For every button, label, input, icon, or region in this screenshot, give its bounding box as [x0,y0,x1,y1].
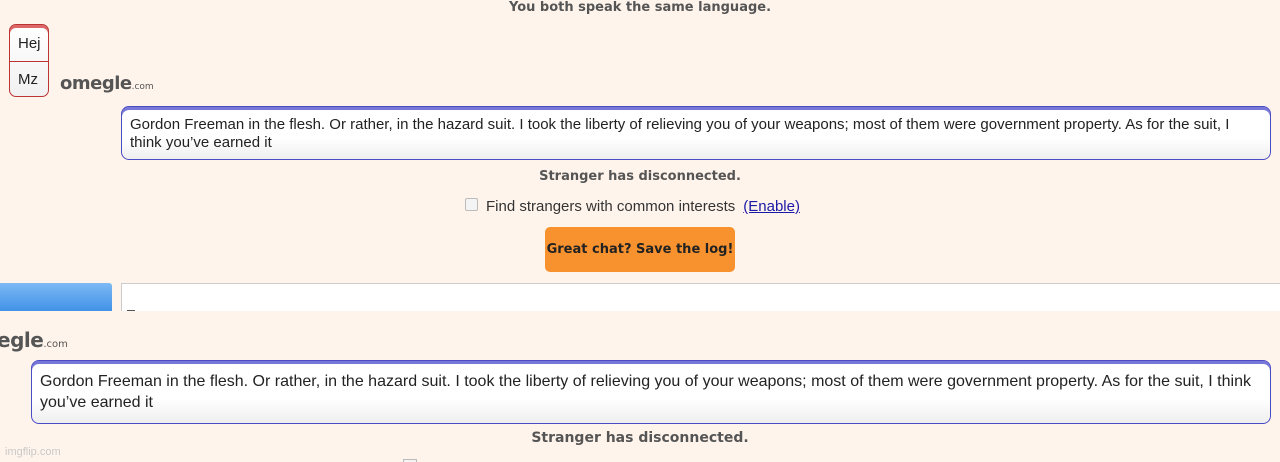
omegle-logo-cropped: egle.com [0,328,68,352]
save-log-button[interactable]: Great chat? Save the log! [545,227,735,272]
omegle-logo: omegle.com [60,73,154,94]
new-chat-button[interactable] [0,283,112,311]
chat-panel-top: You both speak the same language. Hej Mz… [0,0,1280,311]
stranger-message: Gordon Freeman in the flesh. Or rather, … [121,106,1271,160]
enable-link[interactable]: (Enable) [743,198,800,215]
stranger-message-zoomed: Gordon Freeman in the flesh. Or rather, … [31,360,1271,424]
chat-input[interactable] [121,283,1280,311]
chat-panel-bottom: egle.com Gordon Freeman in the flesh. Or… [0,311,1280,462]
logo-domain: .com [131,82,154,92]
logo-text: omegle [60,73,132,94]
stranger-message-zoomed-text: Gordon Freeman in the flesh. Or rather, … [40,373,1251,411]
interests-checkbox[interactable] [465,198,478,211]
sidebar-bubble-mz: Mz [10,61,48,97]
logo-text-cropped: egle [0,328,44,352]
interests-label: Find strangers with common interests [486,198,736,215]
imgflip-watermark: imgflip.com [5,446,61,458]
language-note: You both speak the same language. [508,0,772,15]
logo-domain-cropped: .com [43,339,68,350]
stranger-message-text: Gordon Freeman in the flesh. Or rather, … [130,116,1230,151]
sidebar-bubble-hej: Hej [18,34,41,52]
disconnected-status-zoomed: Stranger has disconnected. [531,430,749,446]
sidebar-bubble-stack: Hej Mz [9,24,49,97]
common-interests-row: Find strangers with common interests (En… [465,198,800,215]
disconnected-status: Stranger has disconnected. [539,169,741,184]
